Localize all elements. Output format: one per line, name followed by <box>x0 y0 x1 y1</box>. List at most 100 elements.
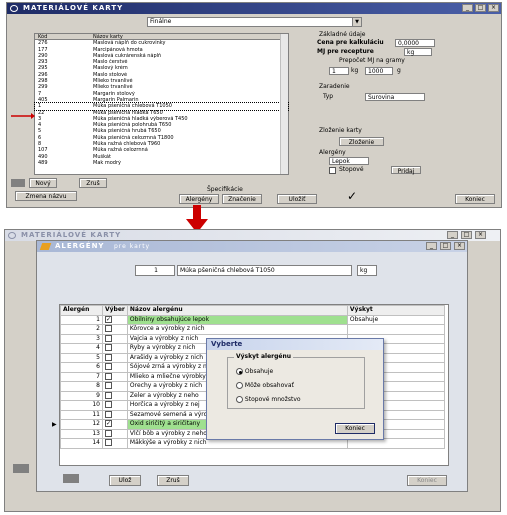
option-may-contain[interactable]: Môže obsahovať <box>236 382 294 390</box>
allergen-checkbox[interactable] <box>105 382 112 390</box>
allergen-select-cell[interactable] <box>102 428 128 439</box>
list-item-name: Múka ražná chlebová T960 <box>93 141 161 148</box>
allergen-select-cell[interactable] <box>102 371 128 382</box>
allergen-select-cell[interactable] <box>102 438 128 449</box>
conv-qty-field[interactable]: 1 <box>329 67 349 75</box>
allergen-checkbox[interactable] <box>105 410 112 418</box>
allergen-checkbox[interactable]: ✓ <box>105 315 112 323</box>
allergen-number: 14 <box>60 438 103 449</box>
allergen-select-cell[interactable] <box>102 362 128 373</box>
type-dropdown[interactable]: Surovina <box>365 93 425 101</box>
radio-may-contain[interactable] <box>236 382 243 389</box>
list-item-code: 295 <box>38 65 48 72</box>
list-item-code: 405 <box>38 96 48 103</box>
cancel-button[interactable]: Zruš <box>157 475 189 486</box>
material-list[interactable]: Kód Názov karty 276 Maslová náplň do cukr… <box>34 33 289 175</box>
allergen-checkbox[interactable] <box>105 391 112 399</box>
radio-contains[interactable] <box>236 368 243 375</box>
allergens-close-bottom-button[interactable]: Koniec <box>407 475 447 486</box>
option-contains[interactable]: Obsahuje <box>236 368 273 376</box>
list-item[interactable]: 489 Mak modrý <box>35 160 288 166</box>
ingredients-button[interactable]: Zloženie <box>339 137 384 146</box>
unit-field[interactable]: kg <box>404 48 432 56</box>
outer-maximize-button[interactable]: □ <box>461 231 472 239</box>
list-item-name: Mlieko trvanlivé <box>93 78 133 85</box>
section-basic: Základné údaje <box>319 31 366 38</box>
allergen-number: 13 <box>60 428 103 439</box>
list-item-name: Marcipánová hmota <box>93 46 143 53</box>
minimize-button[interactable]: _ <box>462 4 473 12</box>
close-window-button[interactable]: × <box>488 4 499 12</box>
allergen-checkbox[interactable]: ✓ <box>105 420 112 428</box>
allergen-select-cell[interactable] <box>102 409 128 420</box>
allergens-field[interactable]: Lepok <box>329 157 369 165</box>
allergen-checkbox[interactable] <box>105 353 112 361</box>
outer-close-button[interactable]: × <box>475 231 486 239</box>
allergen-number: 9 <box>60 390 103 401</box>
allergen-checkbox[interactable] <box>105 439 112 447</box>
radio-trace[interactable] <box>236 396 243 403</box>
allergen-select-cell[interactable] <box>102 333 128 344</box>
list-item-name: Maslo čerstvé <box>93 59 128 66</box>
allergens-close-button[interactable]: × <box>454 242 465 250</box>
allergen-select-cell[interactable] <box>102 390 128 401</box>
allergen-select-cell[interactable]: ✓ <box>102 419 128 430</box>
allergen-checkbox[interactable] <box>105 334 112 342</box>
conv-grams-field[interactable]: 1000 <box>365 67 393 75</box>
ok-button[interactable]: Uložiť <box>277 194 317 204</box>
change-name-button[interactable]: Zmena názvu <box>15 191 77 201</box>
list-scrollbar[interactable] <box>280 34 288 174</box>
top-close-button[interactable]: Koniec <box>455 194 495 204</box>
allergens-button[interactable]: Alergény <box>179 194 219 204</box>
list-rows: 276 Maslová náplň do cukrovinky 177 Marcipá… <box>34 40 289 166</box>
list-item-name: Margarín Palmarin <box>93 96 139 103</box>
new-button[interactable]: Nový <box>29 178 57 188</box>
allergen-checkbox[interactable] <box>105 429 112 437</box>
allergen-select-cell[interactable]: ✓ <box>102 314 128 325</box>
allergens-titlebar: ALERGÉNY pre karty <box>37 241 467 252</box>
table-header-row: Alergén Výber Názov alergénu Výskyt <box>60 305 446 316</box>
allergen-select-cell[interactable] <box>102 343 128 354</box>
category-dropdown[interactable]: Finálne ▼ <box>147 17 362 27</box>
labeling-button[interactable]: Značenie <box>222 194 262 204</box>
allergen-occurrence: Obsahuje <box>346 314 446 325</box>
allergen-checkbox[interactable] <box>105 344 112 352</box>
outer-minimize-button[interactable]: _ <box>447 231 458 239</box>
list-item-name: Múka pšeničná polohrubá T650 <box>93 122 172 129</box>
allergens-print-icon[interactable] <box>63 474 79 483</box>
allergens-minimize-button[interactable]: _ <box>426 242 437 250</box>
allergen-select-cell[interactable] <box>102 381 128 392</box>
calc-price-field[interactable]: 0,0000 <box>395 39 435 47</box>
add-allergen-button[interactable]: Pridaj <box>391 166 421 175</box>
allergen-number: 3 <box>60 333 103 344</box>
section-ingredients: Zloženie karty <box>319 127 362 134</box>
allergen-checkbox[interactable] <box>105 325 112 333</box>
list-item-name: Maslo stolové <box>93 71 128 78</box>
list-item-name: Múka pšeničná hladká výberová T450 <box>93 115 188 122</box>
allergen-number: 7 <box>60 371 103 382</box>
allergen-checkbox[interactable] <box>105 372 112 380</box>
outer-print-icon[interactable] <box>13 464 29 473</box>
allergen-checkbox[interactable] <box>105 401 112 409</box>
trace-checkbox[interactable] <box>329 167 336 174</box>
list-header-name: Názov karty <box>93 34 123 40</box>
maximize-button[interactable]: □ <box>475 4 486 12</box>
table-row[interactable]: 1 ✓ Obilniny obsahujúce lepok Obsahuje <box>60 314 446 325</box>
top-app-icon <box>10 5 18 12</box>
allergen-number: 12 <box>60 419 103 430</box>
allergen-select-cell[interactable] <box>102 400 128 411</box>
allergens-maximize-button[interactable]: □ <box>440 242 451 250</box>
print-icon[interactable] <box>11 179 25 187</box>
option-trace[interactable]: Stopové množstvo <box>236 396 301 404</box>
list-item-name: Maslová cukrárenská náplň <box>93 52 162 59</box>
delete-button[interactable]: Zruš <box>79 178 107 188</box>
save-button[interactable]: Ulož <box>109 475 141 486</box>
allergen-select-cell[interactable] <box>102 352 128 363</box>
list-item-name: Múka pšeničná hladká T650 <box>93 109 163 116</box>
list-item-name: Mlieko trvanlivé <box>93 84 133 91</box>
allergen-select-cell[interactable] <box>102 324 128 335</box>
table-row[interactable]: 2 Kôrovce a výrobky z nich <box>60 324 446 335</box>
allergen-checkbox[interactable] <box>105 363 112 371</box>
chevron-down-icon[interactable]: ▼ <box>352 18 361 26</box>
dialog-close-button[interactable]: Koniec <box>335 423 375 434</box>
